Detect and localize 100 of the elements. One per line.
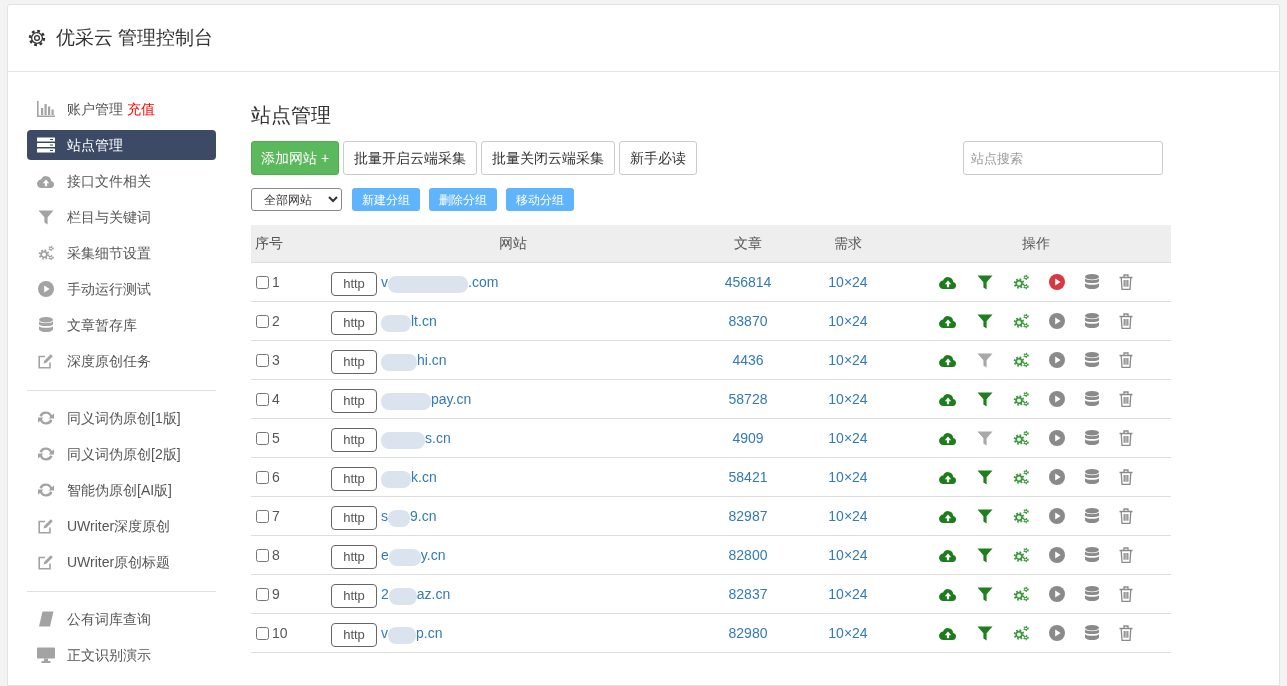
website-link[interactable]: pay.cn (381, 388, 472, 410)
trash-icon[interactable] (1118, 313, 1133, 329)
row-checkbox[interactable] (256, 509, 269, 523)
row-checkbox[interactable] (256, 626, 269, 640)
trash-icon[interactable] (1118, 508, 1133, 524)
filter-icon[interactable] (976, 586, 993, 602)
toolbar-button[interactable]: 批量开启云端采集 (343, 141, 478, 175)
play-icon[interactable] (1048, 391, 1065, 407)
cloud-upload-icon[interactable] (938, 430, 957, 446)
row-checkbox[interactable] (256, 431, 269, 445)
filter-icon[interactable] (976, 625, 993, 641)
gears-icon[interactable] (1012, 274, 1029, 290)
article-count-link[interactable]: 58421 (728, 466, 768, 488)
sidebar-item[interactable]: UWriter原创标题 (27, 547, 216, 577)
filter-icon[interactable] (976, 508, 993, 524)
play-icon[interactable] (1048, 586, 1065, 602)
website-link[interactable]: v p.cn (381, 622, 443, 644)
database-icon[interactable] (1084, 313, 1099, 329)
sidebar-item[interactable]: 采集细节设置 (27, 238, 216, 268)
row-checkbox[interactable] (256, 353, 269, 367)
gears-icon[interactable] (1012, 391, 1029, 407)
toolbar-button[interactable]: 批量关闭云端采集 (481, 141, 616, 175)
sidebar-item[interactable]: 正文识别演示 (27, 640, 216, 670)
cloud-upload-icon[interactable] (938, 352, 957, 368)
database-icon[interactable] (1084, 586, 1099, 602)
trash-icon[interactable] (1118, 430, 1133, 446)
database-icon[interactable] (1084, 547, 1099, 563)
cloud-upload-icon[interactable] (938, 508, 957, 524)
filter-icon[interactable] (976, 547, 993, 563)
database-icon[interactable] (1084, 352, 1099, 368)
protocol-button[interactable]: http (331, 272, 377, 296)
cloud-upload-icon[interactable] (938, 586, 957, 602)
gears-icon[interactable] (1012, 586, 1029, 602)
website-link[interactable]: v .com (381, 271, 499, 293)
website-link[interactable]: s 9.cn (381, 505, 437, 527)
website-link[interactable]: s.cn (381, 427, 451, 449)
row-checkbox[interactable] (256, 587, 269, 601)
filter-icon[interactable] (976, 430, 993, 446)
sidebar-item[interactable]: 站点管理 (27, 130, 216, 160)
protocol-button[interactable]: http (331, 545, 377, 569)
row-checkbox[interactable] (256, 392, 269, 406)
article-count-link[interactable]: 82800 (728, 544, 768, 566)
play-icon[interactable] (1048, 430, 1065, 446)
play-icon[interactable] (1048, 274, 1065, 290)
play-icon[interactable] (1048, 352, 1065, 368)
database-icon[interactable] (1084, 274, 1099, 290)
cloud-upload-icon[interactable] (938, 313, 957, 329)
protocol-button[interactable]: http (331, 467, 377, 491)
protocol-button[interactable]: http (331, 506, 377, 530)
filter-icon[interactable] (976, 469, 993, 485)
play-icon[interactable] (1048, 508, 1065, 524)
trash-icon[interactable] (1118, 352, 1133, 368)
article-count-link[interactable]: 456814 (724, 271, 772, 293)
cloud-upload-icon[interactable] (938, 274, 957, 290)
gears-icon[interactable] (1012, 547, 1029, 563)
search-field[interactable]: 站点搜索 (963, 141, 1163, 175)
recharge-link[interactable]: 充值 (127, 98, 155, 120)
group-select[interactable]: 全部网站 (251, 188, 342, 211)
sidebar-item[interactable]: 同义词伪原创[1版] (27, 403, 216, 433)
filter-icon[interactable] (976, 391, 993, 407)
play-icon[interactable] (1048, 625, 1065, 641)
protocol-button[interactable]: http (331, 311, 377, 335)
article-count-link[interactable]: 83870 (728, 310, 768, 332)
database-icon[interactable] (1084, 430, 1099, 446)
website-link[interactable]: k.cn (381, 466, 437, 488)
row-checkbox[interactable] (256, 470, 269, 484)
gears-icon[interactable] (1012, 352, 1029, 368)
cloud-upload-icon[interactable] (938, 547, 957, 563)
gears-icon[interactable] (1012, 508, 1029, 524)
gears-icon[interactable] (1012, 469, 1029, 485)
sidebar-item[interactable]: 同义词伪原创[2版] (27, 439, 216, 469)
database-icon[interactable] (1084, 508, 1099, 524)
sidebar-item[interactable]: 公有词库查询 (27, 604, 216, 634)
database-icon[interactable] (1084, 625, 1099, 641)
play-icon[interactable] (1048, 313, 1065, 329)
sidebar-item[interactable]: 账户管理 充值 (27, 94, 216, 124)
row-checkbox[interactable] (256, 314, 269, 328)
cloud-upload-icon[interactable] (938, 625, 957, 641)
sidebar-item[interactable]: 栏目与关键词 (27, 202, 216, 232)
filter-icon[interactable] (976, 352, 993, 368)
sidebar-item[interactable]: 接口文件相关 (27, 166, 216, 196)
sidebar-item[interactable]: UWriter深度原创 (27, 511, 216, 541)
database-icon[interactable] (1084, 469, 1099, 485)
sidebar-item[interactable]: 深度原创任务 (27, 346, 216, 376)
article-count-link[interactable]: 58728 (728, 388, 768, 410)
article-count-link[interactable]: 4436 (732, 349, 764, 371)
trash-icon[interactable] (1118, 547, 1133, 563)
gears-icon[interactable] (1012, 313, 1029, 329)
cloud-upload-icon[interactable] (938, 469, 957, 485)
protocol-button[interactable]: http (331, 623, 377, 647)
website-link[interactable]: 2 az.cn (381, 583, 451, 605)
filter-icon[interactable] (976, 313, 993, 329)
row-checkbox[interactable] (256, 548, 269, 562)
gears-icon[interactable] (1012, 625, 1029, 641)
website-link[interactable]: lt.cn (381, 310, 437, 332)
protocol-button[interactable]: http (331, 389, 377, 413)
toolbar-button[interactable]: 新手必读 (619, 141, 698, 175)
gears-icon[interactable] (1012, 430, 1029, 446)
article-count-link[interactable]: 82987 (728, 505, 768, 527)
database-icon[interactable] (1084, 391, 1099, 407)
